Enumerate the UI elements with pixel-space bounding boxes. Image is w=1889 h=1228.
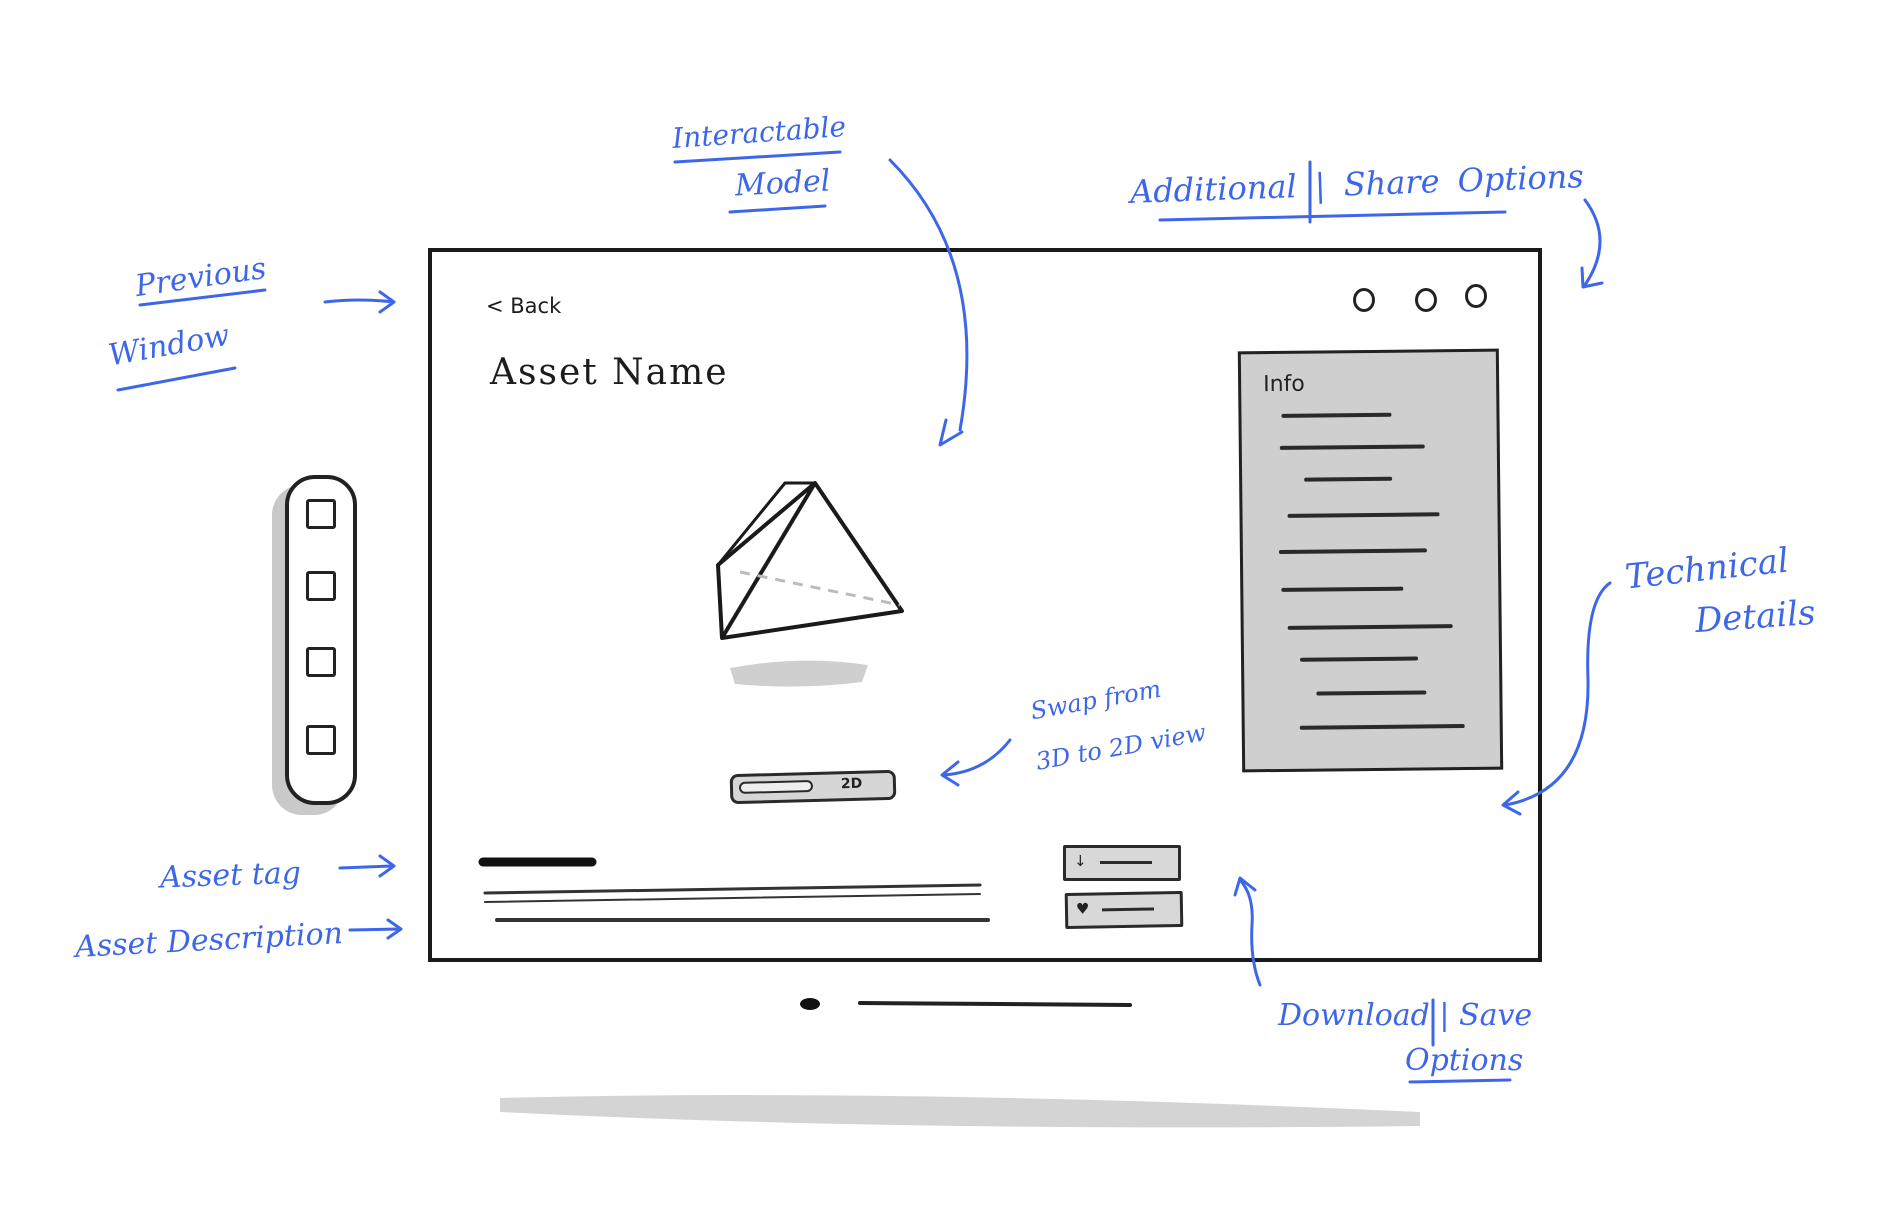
arrow-technical	[1501, 581, 1612, 816]
callout-details: Details	[1693, 592, 1817, 642]
dock-dot	[800, 998, 820, 1010]
info-panel-title: Info	[1263, 371, 1305, 398]
underline-interactable	[673, 150, 842, 164]
info-line	[1287, 512, 1440, 518]
asset-desc-line-2	[484, 893, 981, 903]
arrow-share	[1580, 198, 1604, 289]
info-line	[1278, 548, 1427, 554]
underline-share	[1158, 210, 1507, 222]
download-button[interactable]: ↓	[1063, 845, 1181, 881]
menu-dot-icon[interactable]	[1353, 288, 1375, 312]
floor-shadow	[500, 1095, 1420, 1128]
underline-model	[728, 204, 827, 214]
arrow-model	[888, 158, 969, 447]
rail-square-icon[interactable]	[306, 499, 336, 529]
arrow-download	[1233, 876, 1262, 987]
asset-desc-line-1	[483, 883, 982, 895]
download-label-line	[1100, 861, 1152, 864]
toggle-knob[interactable]	[738, 780, 814, 794]
callout-model-line2: Model	[734, 163, 832, 204]
underline-window	[116, 366, 237, 392]
view-toggle[interactable]: 2D	[729, 769, 897, 805]
pyramid-model	[716, 481, 904, 640]
heart-icon: ♥	[1075, 899, 1090, 918]
info-line	[1279, 444, 1425, 450]
info-line	[1281, 586, 1404, 592]
arrow-asset-desc	[348, 918, 403, 940]
callout-model: Model	[734, 163, 832, 204]
arrow-previous	[323, 290, 396, 314]
menu-dot-icon[interactable]	[1415, 288, 1437, 312]
info-line	[1287, 624, 1453, 630]
toggle-2d-label: 2D	[840, 775, 863, 793]
save-label-line	[1101, 907, 1155, 912]
info-panel: Info	[1237, 348, 1504, 773]
info-line	[1299, 724, 1465, 730]
rail-square-icon[interactable]	[306, 571, 336, 601]
info-line	[1281, 412, 1392, 418]
arrow-asset-tag	[338, 854, 396, 878]
rail-square-icon[interactable]	[306, 725, 336, 755]
rail-square-icon[interactable]	[306, 647, 336, 677]
arrow-swap	[940, 738, 1012, 787]
underline-options	[1408, 1078, 1512, 1084]
back-button[interactable]: < Back	[486, 294, 561, 318]
info-line	[1300, 656, 1419, 662]
side-rail[interactable]	[285, 475, 357, 805]
dock-bar	[858, 1001, 1132, 1007]
info-line	[1304, 476, 1393, 482]
model-shadow	[730, 660, 868, 687]
info-line	[1316, 690, 1427, 696]
callout-download-save: Download | Save	[1278, 998, 1533, 1033]
download-icon: ↓	[1074, 852, 1087, 870]
callout-asset-tag: Asset tag	[159, 855, 302, 896]
asset-name-title: Asset Name	[490, 352, 729, 393]
menu-dot-icon[interactable]	[1465, 284, 1487, 308]
save-button[interactable]: ♥	[1064, 890, 1184, 930]
callout-options: Options	[1405, 1043, 1524, 1078]
